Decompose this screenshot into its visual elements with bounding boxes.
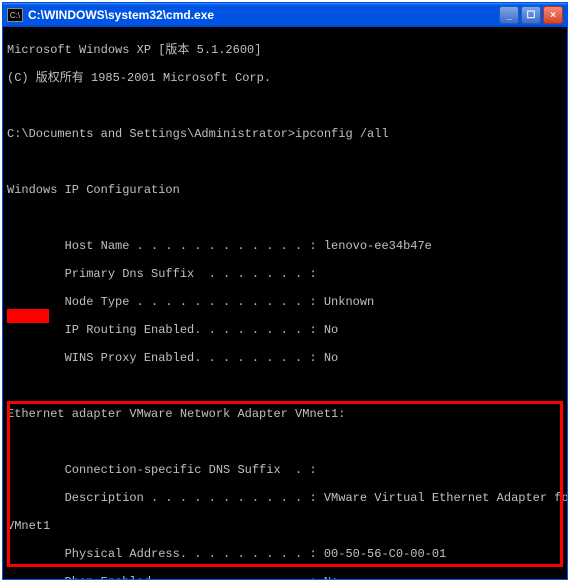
output-line [7,435,563,449]
maximize-button[interactable]: ☐ [521,6,541,24]
output-line: Description . . . . . . . . . . . : VMwa… [7,491,563,505]
close-button[interactable]: × [543,6,563,24]
output-line: Windows IP Configuration [7,183,563,197]
window-title: C:\WINDOWS\system32\cmd.exe [28,8,499,22]
output-line: Node Type . . . . . . . . . . . . : Unkn… [7,295,563,309]
minimize-button[interactable]: _ [499,6,519,24]
output-line: Primary Dns Suffix . . . . . . . : [7,267,563,281]
highlight-box-large [7,401,563,567]
highlight-box-small [7,309,49,323]
titlebar[interactable]: C:\ C:\WINDOWS\system32\cmd.exe _ ☐ × [3,3,567,27]
output-line: Physical Address. . . . . . . . . : 00-5… [7,547,563,561]
output-line [7,155,563,169]
output-line: WINS Proxy Enabled. . . . . . . . : No [7,351,563,365]
output-line: Microsoft Windows XP [版本 5.1.2600] [7,43,563,57]
output-line: Host Name . . . . . . . . . . . . : leno… [7,239,563,253]
adapter-header: Ethernet adapter VMware Network Adapter … [7,407,563,421]
output-line [7,211,563,225]
output-line: (C) 版权所有 1985-2001 Microsoft Corp. [7,71,563,85]
cmd-icon: C:\ [7,8,23,22]
prompt-line: C:\Documents and Settings\Administrator>… [7,127,563,141]
output-line [7,99,563,113]
output-line: Connection-specific DNS Suffix . : [7,463,563,477]
titlebar-buttons: _ ☐ × [499,6,563,24]
cmd-window: C:\ C:\WINDOWS\system32\cmd.exe _ ☐ × Mi… [2,2,568,580]
output-line: VMnet1 [7,519,563,533]
terminal-output[interactable]: Microsoft Windows XP [版本 5.1.2600] (C) 版… [3,27,567,579]
output-line [7,379,563,393]
output-line: IP Routing Enabled. . . . . . . . : No [7,323,563,337]
output-line: Dhcp Enabled. . . . . . . . . . . : No [7,575,563,579]
